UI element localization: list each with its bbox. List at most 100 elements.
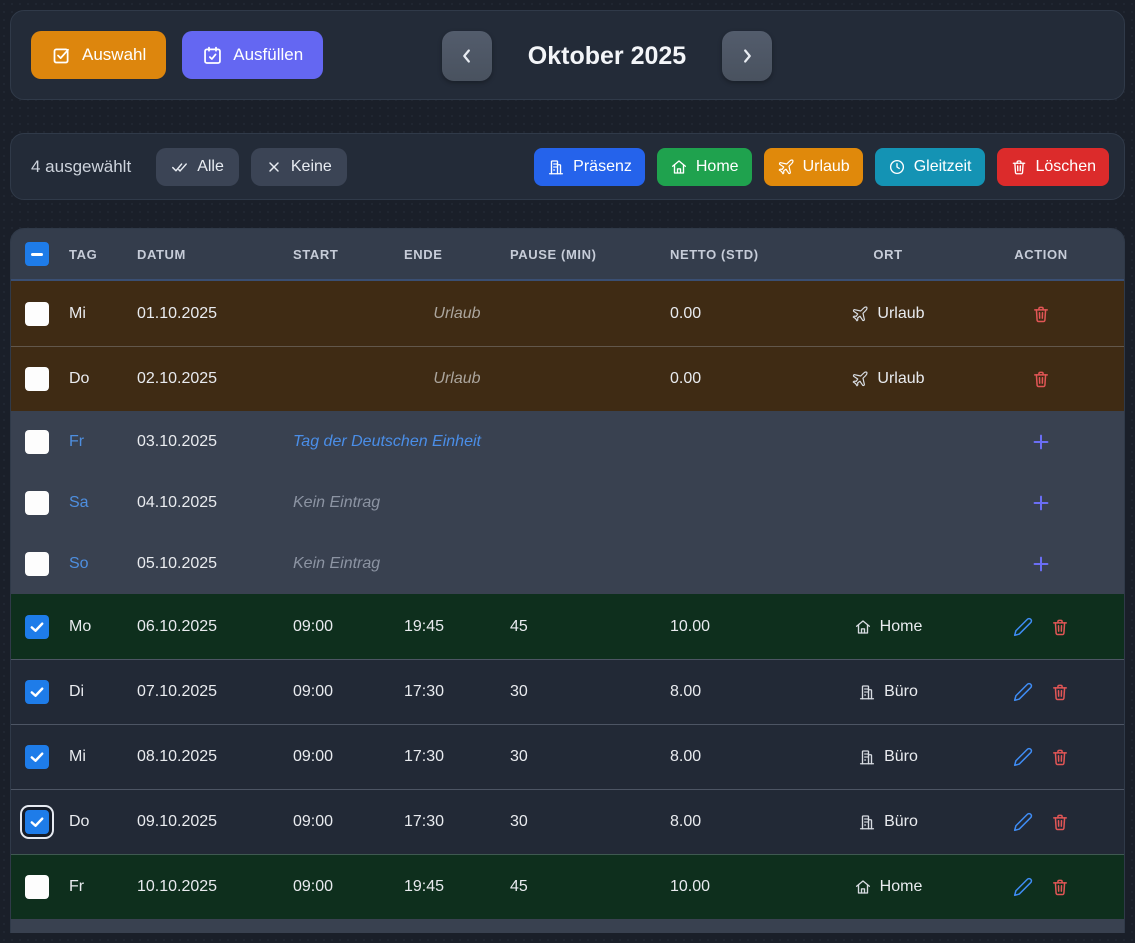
edit-button[interactable]: [1013, 877, 1033, 897]
plane-icon: [851, 305, 869, 323]
row-checkbox[interactable]: [25, 810, 49, 834]
edit-button[interactable]: [1013, 747, 1033, 767]
add-button[interactable]: [1030, 492, 1052, 514]
location-label: Büro: [884, 748, 918, 766]
end-time: 19:45: [404, 878, 510, 896]
delete-button[interactable]: [1050, 877, 1070, 897]
home-label: Home: [696, 158, 739, 176]
day-label: Sa: [69, 494, 137, 512]
urlaub-label: Urlaub: [803, 158, 850, 176]
end-time: 17:30: [404, 813, 510, 831]
trash-icon: [1031, 304, 1051, 324]
building-icon: [858, 813, 876, 831]
row-checkbox[interactable]: [25, 875, 49, 899]
x-icon: [266, 159, 282, 175]
netto-hours: 8.00: [670, 813, 818, 831]
double-check-icon: [171, 158, 188, 175]
day-label: So: [69, 555, 137, 573]
date-label: 07.10.2025: [137, 683, 293, 701]
table-cell: Home: [818, 618, 958, 636]
table-cell: [958, 369, 1124, 389]
trash-icon: [1050, 682, 1070, 702]
netto-hours: 8.00: [670, 683, 818, 701]
add-button[interactable]: [1030, 553, 1052, 575]
auswahl-button[interactable]: Auswahl: [31, 31, 166, 79]
end-time: 19:45: [404, 618, 510, 636]
pencil-icon: [1013, 682, 1033, 702]
table-row: Fr10.10.202509:0019:454510.00Home: [11, 854, 1124, 919]
column-header-start: START: [293, 247, 404, 262]
chevron-right-icon: [736, 45, 758, 67]
add-button[interactable]: [1030, 431, 1052, 453]
end-time: 17:30: [404, 748, 510, 766]
select-none-button[interactable]: Keine: [251, 148, 347, 186]
table-row: Di07.10.202509:0017:30308.00Büro: [11, 659, 1124, 724]
selected-count: 4 ausgewählt: [31, 157, 131, 177]
row-checkbox[interactable]: [25, 680, 49, 704]
location-label: Urlaub: [877, 370, 924, 388]
table-cell: [958, 304, 1124, 324]
toolbar: Auswahl Ausfüllen Oktober 2025: [10, 10, 1125, 100]
ausfuellen-button[interactable]: Ausfüllen: [182, 31, 323, 79]
delete-button[interactable]: [1050, 812, 1070, 832]
edit-button[interactable]: [1013, 617, 1033, 637]
entry-status-label: Urlaub: [404, 305, 510, 323]
day-label: Mi: [69, 305, 137, 323]
row-checkbox[interactable]: [25, 367, 49, 391]
plus-icon: [1030, 553, 1052, 575]
day-label: Di: [69, 683, 137, 701]
day-label: Fr: [69, 433, 137, 451]
selection-bar: 4 ausgewählt Alle Keine Präsenz Home Url…: [10, 133, 1125, 200]
row-checkbox[interactable]: [25, 552, 49, 576]
entry-status-label: Urlaub: [404, 370, 510, 388]
plus-icon: [1030, 431, 1052, 453]
row-checkbox[interactable]: [25, 745, 49, 769]
delete-button[interactable]: [1050, 747, 1070, 767]
delete-button[interactable]: [1031, 304, 1051, 324]
table-row: So05.10.2025Kein Eintrag: [11, 533, 1124, 594]
previous-month-button[interactable]: [442, 31, 492, 81]
netto-hours: 0.00: [670, 370, 818, 388]
table-cell: [958, 747, 1124, 767]
month-title: Oktober 2025: [492, 42, 722, 71]
row-checkbox[interactable]: [25, 430, 49, 454]
gleitzeit-button[interactable]: Gleitzeit: [875, 148, 985, 186]
delete-button[interactable]: [1050, 617, 1070, 637]
building-icon: [858, 683, 876, 701]
table-cell: [11, 745, 69, 769]
select-all-checkbox[interactable]: [25, 242, 49, 266]
row-checkbox[interactable]: [25, 302, 49, 326]
select-all-button[interactable]: Alle: [156, 148, 239, 186]
column-header-ende: ENDE: [404, 247, 510, 262]
praesenz-button[interactable]: Präsenz: [534, 148, 645, 186]
home-button[interactable]: Home: [657, 148, 752, 186]
urlaub-button[interactable]: Urlaub: [764, 148, 863, 186]
pause-minutes: 30: [510, 683, 670, 701]
pause-minutes: 30: [510, 813, 670, 831]
day-label: Do: [69, 370, 137, 388]
select-all-label: Alle: [197, 158, 224, 176]
table-cell: Büro: [818, 748, 958, 766]
loeschen-button[interactable]: Löschen: [997, 148, 1110, 186]
table-cell: Kein Eintrag: [293, 494, 670, 512]
date-label: 04.10.2025: [137, 494, 293, 512]
table-row: Sa04.10.2025Kein Eintrag: [11, 472, 1124, 533]
row-checkbox[interactable]: [25, 615, 49, 639]
row-checkbox[interactable]: [25, 491, 49, 515]
delete-button[interactable]: [1050, 682, 1070, 702]
column-header-tag: TAG: [69, 247, 137, 262]
home-icon: [854, 618, 872, 636]
entry-status-label: Kein Eintrag: [293, 494, 380, 511]
plane-icon: [777, 158, 795, 176]
delete-button[interactable]: [1031, 369, 1051, 389]
pencil-icon: [1013, 747, 1033, 767]
table-row: Do02.10.2025Urlaub0.00Urlaub: [11, 346, 1124, 411]
next-month-button[interactable]: [722, 31, 772, 81]
entry-status-label: Tag der Deutschen Einheit: [293, 433, 481, 450]
edit-button[interactable]: [1013, 682, 1033, 702]
date-label: 06.10.2025: [137, 618, 293, 636]
time-table: TAG DATUM START ENDE PAUSE (MIN) NETTO (…: [10, 228, 1125, 933]
edit-button[interactable]: [1013, 812, 1033, 832]
table-cell: [958, 617, 1124, 637]
table-cell: [11, 491, 69, 515]
